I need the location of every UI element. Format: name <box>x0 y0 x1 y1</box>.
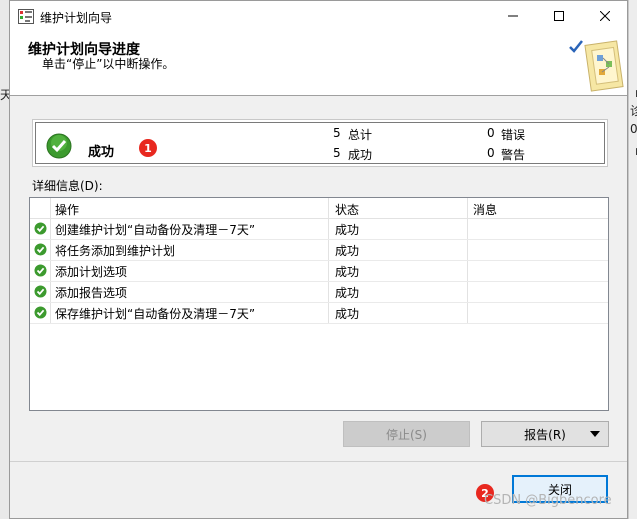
overall-status-label: 成功 <box>88 145 115 160</box>
success-count: 5 <box>333 146 341 160</box>
table-row[interactable]: 将任务添加到维护计划 成功 <box>30 239 608 261</box>
error-count: 0 <box>487 126 495 140</box>
error-label: 错误 <box>501 128 526 142</box>
chevron-down-icon <box>590 431 600 437</box>
stop-button[interactable]: 停止(S) <box>343 421 470 447</box>
row-operation: 添加计划选项 <box>55 265 128 279</box>
column-header-status[interactable]: 状态 <box>335 201 359 218</box>
watermark-text: CSDN @Bigbencore <box>484 493 612 508</box>
minimize-icon <box>508 15 518 17</box>
report-dropdown-button[interactable]: 报告(R) <box>481 421 609 447</box>
column-header-message[interactable]: 消息 <box>473 201 497 218</box>
background-glyph: 刂 <box>630 88 637 102</box>
total-count: 5 <box>333 126 341 140</box>
success-check-icon <box>46 133 72 159</box>
row-status: 成功 <box>335 223 360 237</box>
row-success-icon <box>34 222 47 235</box>
table-row[interactable]: 添加报告选项 成功 <box>30 281 608 303</box>
footer-divider <box>10 461 627 462</box>
window-title: 维护计划向导 <box>40 11 113 25</box>
row-operation: 将任务添加到维护计划 <box>55 244 176 258</box>
success-label: 成功 <box>348 148 373 162</box>
report-button-label: 报告(R) <box>524 427 566 442</box>
warning-label: 警告 <box>501 148 526 162</box>
row-success-icon <box>34 306 47 319</box>
window-close-button[interactable] <box>582 1 628 31</box>
wizard-header: 维护计划向导进度 单击“停止”以中断操作。 <box>10 31 627 96</box>
annotation-badge-1: 1 <box>139 139 157 157</box>
row-status: 成功 <box>335 244 360 258</box>
table-row[interactable]: 创建维护计划“自动备份及清理－7天” 成功 <box>30 218 608 240</box>
maximize-icon <box>554 11 564 21</box>
maximize-button[interactable] <box>536 1 582 31</box>
total-label: 总计 <box>348 128 373 142</box>
background-window-right-edge: 刂 诊 0 刂 <box>628 0 637 519</box>
progress-summary-panel: 成功 1 5 总计 5 成功 0 错误 0 警告 <box>32 119 608 167</box>
row-status: 成功 <box>335 286 360 300</box>
row-success-icon <box>34 285 47 298</box>
column-header-operation[interactable]: 操作 <box>55 201 79 218</box>
row-operation: 创建维护计划“自动备份及清理－7天” <box>55 223 256 237</box>
wizard-app-icon <box>18 9 34 24</box>
title-bar: 维护计划向导 <box>10 1 627 31</box>
wizard-header-graphic-icon <box>569 40 624 92</box>
close-icon <box>600 11 610 21</box>
maintenance-wizard-dialog: 维护计划向导 维护计划向导进度 单击“停止”以中断操作。 成功 1 5 总计 5… <box>9 0 628 519</box>
details-label: 详细信息(D): <box>32 179 103 193</box>
row-success-icon <box>34 243 47 256</box>
background-glyph: 诊 <box>630 104 637 118</box>
table-row[interactable]: 保存维护计划“自动备份及清理－7天” 成功 <box>30 302 608 324</box>
details-grid-header: 操作 状态 消息 <box>30 198 608 219</box>
header-subtitle: 单击“停止”以中断操作。 <box>42 57 175 71</box>
row-operation: 保存维护计划“自动备份及清理－7天” <box>55 307 256 321</box>
minimize-button[interactable] <box>490 1 536 31</box>
row-operation: 添加报告选项 <box>55 286 128 300</box>
background-glyph: 刂 <box>630 146 637 160</box>
background-glyph: 0 <box>630 122 637 136</box>
row-status: 成功 <box>335 307 360 321</box>
warning-count: 0 <box>487 146 495 160</box>
table-row[interactable]: 添加计划选项 成功 <box>30 260 608 282</box>
row-success-icon <box>34 264 47 277</box>
row-status: 成功 <box>335 265 360 279</box>
details-grid[interactable]: 操作 状态 消息 创建维护计划“自动备份及清理－7天” 成功 将任务添加到维护计… <box>29 197 609 411</box>
summary-inner-frame: 成功 1 5 总计 5 成功 0 错误 0 警告 <box>35 122 605 164</box>
